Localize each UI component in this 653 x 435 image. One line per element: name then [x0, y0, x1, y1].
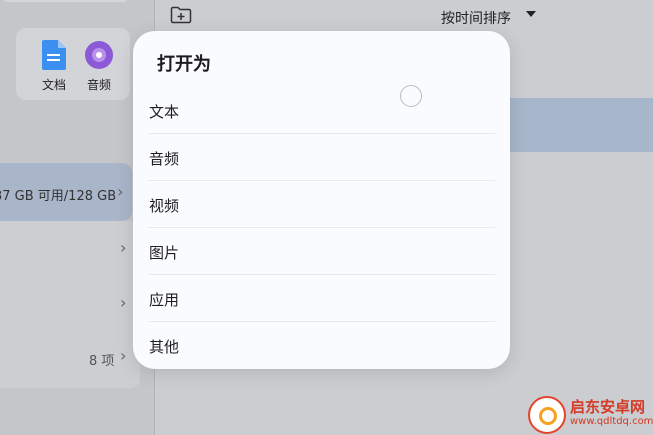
option-label: 视频 [149, 197, 180, 215]
option-video[interactable]: 视频 [149, 181, 495, 228]
option-label: 应用 [149, 291, 180, 309]
tile-label: 音频 [86, 78, 111, 92]
watermark-name: 启东安卓网 [570, 398, 646, 416]
category-tile-audio[interactable]: 音频 [68, 28, 130, 100]
option-audio[interactable]: 音频 [149, 134, 495, 181]
chevron-right-icon: › [117, 182, 124, 201]
option-image[interactable]: 图片 [149, 228, 495, 275]
watermark-url: www.qdltdq.com [570, 416, 653, 427]
option-text[interactable]: 文本 [149, 87, 495, 134]
option-other[interactable]: 其他 [149, 322, 495, 369]
audio-icon [84, 40, 114, 74]
sort-button[interactable]: 按时间排序 [441, 8, 511, 28]
chevron-right-icon[interactable]: › [120, 293, 126, 312]
watermark: 启东安卓网 www.qdltdq.com [512, 386, 653, 435]
option-app[interactable]: 应用 [149, 275, 495, 322]
folder-add-icon[interactable] [170, 6, 192, 28]
dialog-title: 打开为 [157, 54, 211, 75]
watermark-logo-icon [528, 396, 566, 434]
storage-text: 37 GB 可用/128 GB [0, 189, 117, 204]
sidebar: 文档 音频 37 GB 可用/128 GB › › › 8 项 › [0, 0, 155, 435]
option-label: 图片 [149, 244, 180, 262]
open-as-dialog: 打开为 文本 音频 视频 图片 应用 其他 [133, 31, 510, 369]
chevron-right-icon[interactable]: › [120, 238, 126, 257]
option-label: 其他 [149, 338, 180, 356]
option-label: 文本 [149, 103, 180, 121]
location-list: › › 8 项 › [0, 221, 140, 388]
caret-down-icon[interactable] [526, 11, 536, 17]
document-icon [42, 40, 66, 74]
selected-file-row[interactable] [505, 98, 653, 152]
option-label: 音频 [149, 150, 180, 168]
chevron-right-icon[interactable]: › [120, 346, 126, 365]
storage-row[interactable]: 37 GB 可用/128 GB › [0, 163, 132, 221]
item-count: 8 项 [89, 354, 115, 369]
top-card [0, 0, 130, 2]
